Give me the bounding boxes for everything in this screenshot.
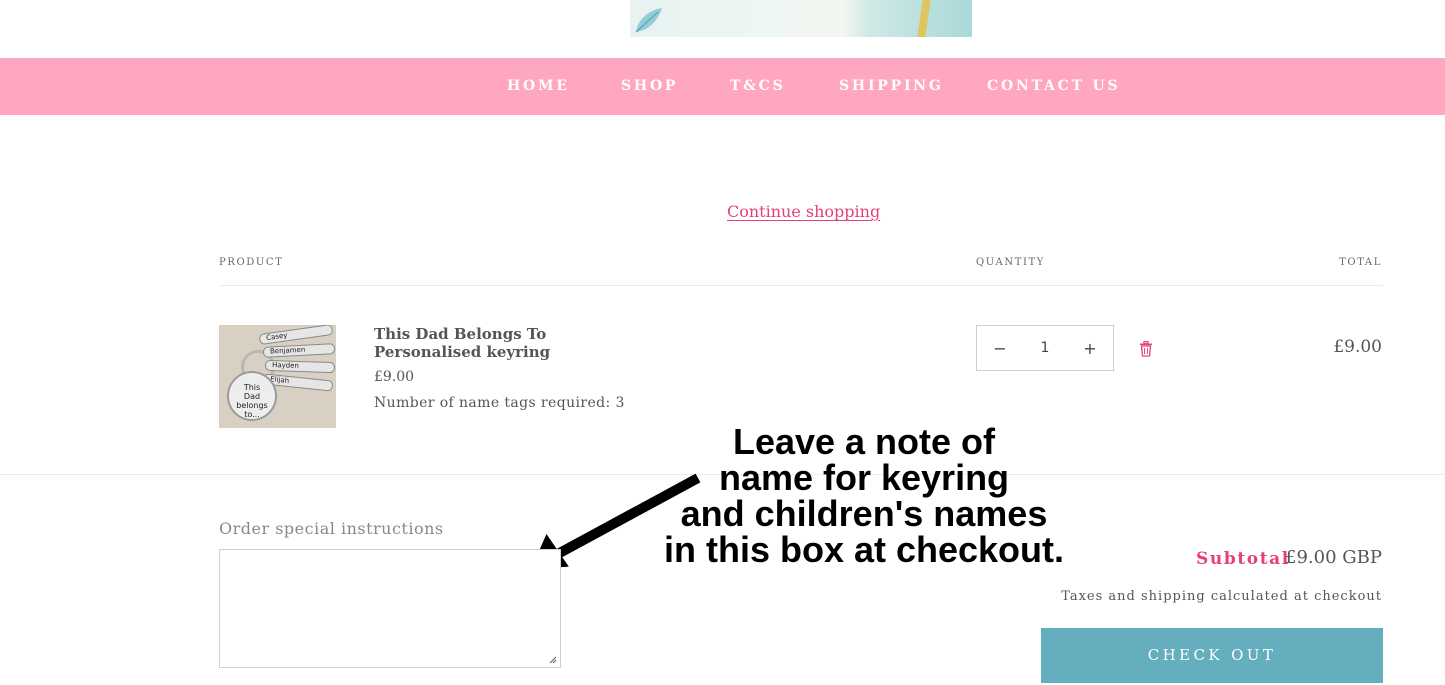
column-header-total: TOTAL	[1339, 257, 1382, 268]
trash-icon[interactable]	[1139, 341, 1153, 357]
minus-icon[interactable]: −	[993, 339, 1007, 358]
nav-item-home[interactable]: HOME	[507, 58, 570, 115]
store-logo[interactable]	[630, 0, 972, 37]
annotation-line: and children's names	[680, 493, 1048, 534]
logo-leaf-icon	[635, 8, 662, 33]
disc-text: to...	[244, 410, 260, 419]
order-notes-textarea[interactable]	[219, 549, 561, 668]
disc-text: belongs	[236, 401, 268, 410]
tag-bar: Benjamen	[262, 343, 336, 358]
annotation-line: in this box at checkout.	[663, 529, 1065, 570]
keyring-disc: This Dad belongs to...	[227, 371, 277, 421]
logo-gold-stroke	[917, 0, 931, 37]
product-image[interactable]: Casey Benjamen Hayden Elijah This Dad be…	[219, 325, 336, 428]
annotation-line: name for keyring	[718, 457, 1010, 498]
product-title-link[interactable]: This Dad Belongs To Personalised keyring	[374, 325, 634, 361]
resize-grip-icon[interactable]	[549, 656, 557, 664]
column-header-product: PRODUCT	[219, 257, 284, 268]
continue-shopping-link[interactable]: Continue shopping	[727, 202, 880, 221]
annotation-line: Leave a note of	[732, 421, 996, 462]
checkout-button[interactable]: CHECK OUT	[1041, 628, 1383, 683]
quantity-input[interactable]: 1	[1041, 340, 1050, 356]
disc-text: This	[243, 383, 261, 392]
order-notes-label: Order special instructions	[219, 519, 444, 538]
tag-bar: Hayden	[264, 359, 336, 374]
quantity-stepper: − 1 +	[976, 325, 1114, 371]
product-option: Number of name tags required: 3	[374, 395, 625, 411]
main-nav: HOME SHOP T&CS SHIPPING CONTACT US	[0, 58, 1445, 115]
disc-text: Dad	[243, 392, 261, 401]
subtotal-value: £9.00 GBP	[1285, 547, 1382, 568]
instruction-annotation: Leave a note of name for keyring and chi…	[660, 424, 1068, 568]
header-divider	[219, 285, 1383, 286]
tax-shipping-note: Taxes and shipping calculated at checkou…	[1061, 589, 1382, 604]
nav-item-shipping[interactable]: SHIPPING	[839, 58, 944, 115]
nav-item-tcs[interactable]: T&CS	[730, 58, 786, 115]
plus-icon[interactable]: +	[1083, 339, 1097, 358]
column-header-quantity: QUANTITY	[976, 257, 1045, 268]
nav-item-shop[interactable]: SHOP	[621, 58, 678, 115]
product-unit-price: £9.00	[374, 369, 415, 385]
tag-bar: Casey	[258, 325, 334, 346]
nav-item-contact-us[interactable]: CONTACT US	[987, 58, 1120, 115]
line-item-total: £9.00	[1333, 337, 1382, 357]
subtotal-label: Subtotal	[1196, 549, 1290, 569]
